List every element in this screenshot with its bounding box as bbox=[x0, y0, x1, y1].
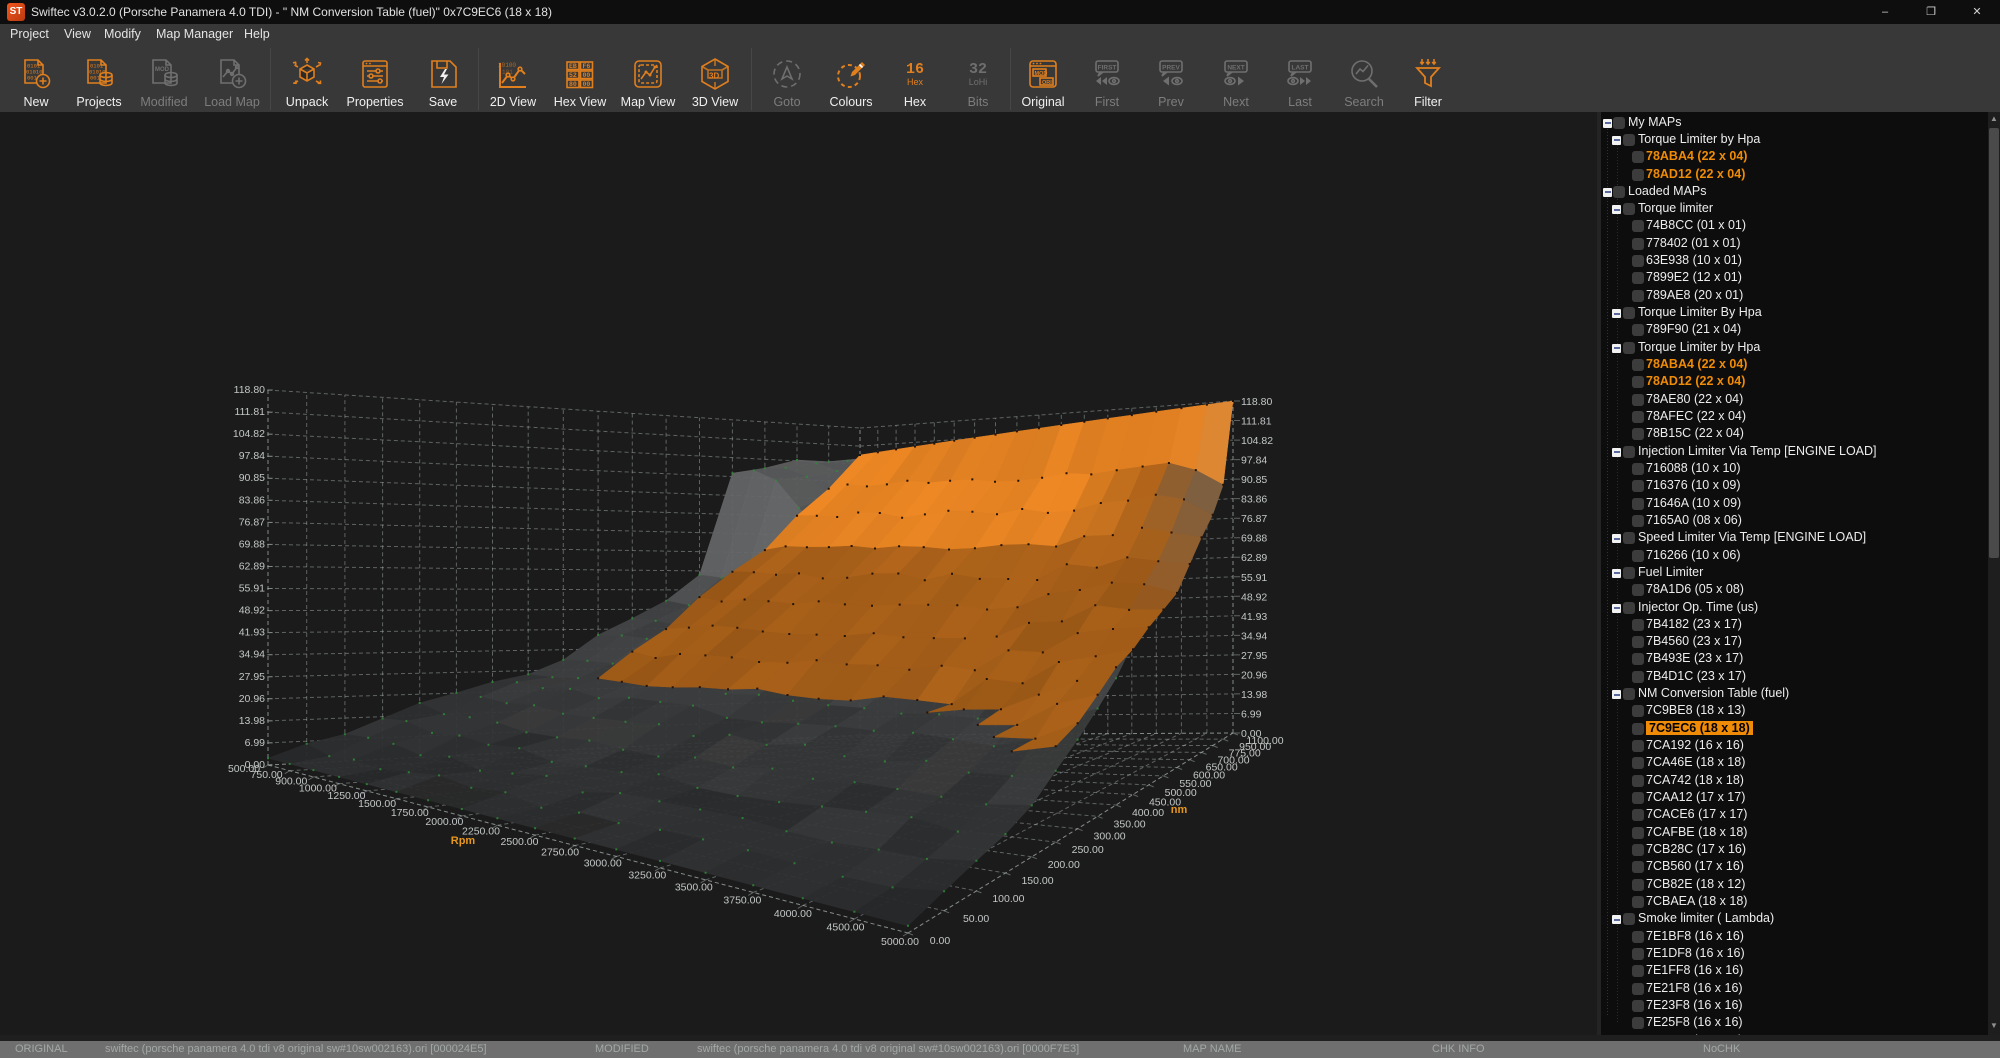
svg-text:69.88: 69.88 bbox=[239, 538, 265, 550]
svg-text:104.82: 104.82 bbox=[233, 428, 265, 440]
svg-text:MOD: MOD bbox=[1035, 71, 1048, 77]
svg-text:27.95: 27.95 bbox=[1241, 650, 1267, 662]
svg-text:6.99: 6.99 bbox=[1241, 709, 1262, 721]
svg-text:00: 00 bbox=[583, 72, 591, 79]
svg-text:LAST: LAST bbox=[1292, 65, 1309, 72]
svg-text:2000.00: 2000.00 bbox=[425, 816, 463, 828]
svg-text:62.89: 62.89 bbox=[239, 561, 265, 573]
svg-text:F6: F6 bbox=[583, 63, 591, 70]
svg-text:1750.00: 1750.00 bbox=[391, 807, 429, 819]
svg-text:ORI: ORI bbox=[1042, 80, 1052, 86]
svg-text:300.00: 300.00 bbox=[1094, 831, 1126, 843]
svg-text:PREV: PREV bbox=[1162, 65, 1180, 72]
svg-text:34.94: 34.94 bbox=[239, 649, 265, 661]
svg-text:FIRST: FIRST bbox=[1098, 65, 1117, 72]
svg-text:69.88: 69.88 bbox=[1241, 533, 1267, 545]
svg-text:5000.00: 5000.00 bbox=[881, 936, 919, 948]
svg-text:34.94: 34.94 bbox=[1241, 630, 1267, 642]
svg-text:Hex: Hex bbox=[907, 77, 924, 87]
svg-text:13.98: 13.98 bbox=[239, 715, 265, 727]
svg-text:200.00: 200.00 bbox=[1048, 859, 1080, 871]
svg-text:50.00: 50.00 bbox=[963, 913, 989, 925]
svg-text:16: 16 bbox=[906, 61, 924, 78]
svg-text:100.00: 100.00 bbox=[992, 893, 1024, 905]
svg-text:2750.00: 2750.00 bbox=[541, 847, 579, 859]
svg-text:3000.00: 3000.00 bbox=[584, 858, 622, 870]
svg-text:400.00: 400.00 bbox=[1132, 807, 1164, 819]
svg-text:80: 80 bbox=[569, 81, 577, 88]
svg-text:52: 52 bbox=[569, 72, 577, 79]
svg-text:104.82: 104.82 bbox=[1241, 435, 1273, 447]
svg-text:20.96: 20.96 bbox=[1241, 669, 1267, 681]
svg-text:350.00: 350.00 bbox=[1114, 818, 1146, 830]
svg-text:55.91: 55.91 bbox=[239, 583, 265, 595]
svg-text:4500.00: 4500.00 bbox=[827, 922, 865, 934]
svg-text:48.92: 48.92 bbox=[239, 605, 265, 617]
svg-text:0.00: 0.00 bbox=[930, 935, 951, 947]
svg-text:13.98: 13.98 bbox=[1241, 689, 1267, 701]
svg-text:48.92: 48.92 bbox=[1241, 591, 1267, 603]
svg-text:62.89: 62.89 bbox=[1241, 552, 1267, 564]
svg-text:76.87: 76.87 bbox=[1241, 513, 1267, 525]
svg-text:00: 00 bbox=[583, 81, 591, 88]
svg-text:250.00: 250.00 bbox=[1072, 844, 1104, 856]
svg-text:6.99: 6.99 bbox=[245, 737, 266, 749]
svg-text:118.80: 118.80 bbox=[234, 384, 265, 396]
svg-text:41.93: 41.93 bbox=[1241, 611, 1267, 623]
svg-text:1100.00: 1100.00 bbox=[1246, 735, 1283, 747]
svg-text:3250.00: 3250.00 bbox=[628, 869, 666, 881]
svg-text:nm: nm bbox=[1171, 804, 1188, 816]
svg-text:90.85: 90.85 bbox=[1241, 474, 1267, 486]
svg-text:111.81: 111.81 bbox=[1241, 416, 1272, 428]
svg-text:111.81: 111.81 bbox=[234, 406, 265, 418]
svg-text:32: 32 bbox=[969, 61, 987, 78]
svg-text:118.80: 118.80 bbox=[1241, 396, 1272, 408]
svg-text:83.86: 83.86 bbox=[1241, 494, 1267, 506]
svg-text:41.93: 41.93 bbox=[239, 627, 265, 639]
svg-text:83.86: 83.86 bbox=[239, 494, 265, 506]
svg-text:90.85: 90.85 bbox=[239, 472, 265, 484]
svg-text:2500.00: 2500.00 bbox=[501, 836, 539, 848]
svg-text:LoHi: LoHi bbox=[969, 77, 988, 87]
svg-text:Rpm: Rpm bbox=[451, 835, 476, 847]
svg-text:3750.00: 3750.00 bbox=[723, 895, 761, 907]
svg-text:27.95: 27.95 bbox=[239, 671, 265, 683]
svg-text:4000.00: 4000.00 bbox=[774, 908, 812, 920]
svg-text:97.84: 97.84 bbox=[1241, 455, 1267, 467]
svg-text:20.96: 20.96 bbox=[239, 693, 265, 705]
svg-text:NEXT: NEXT bbox=[1227, 65, 1244, 72]
svg-text:MOD: MOD bbox=[155, 67, 170, 73]
svg-text:001: 001 bbox=[90, 75, 101, 82]
svg-text:55.91: 55.91 bbox=[1241, 572, 1267, 584]
svg-text:3500.00: 3500.00 bbox=[675, 882, 713, 894]
svg-text:76.87: 76.87 bbox=[239, 516, 265, 528]
svg-text:3D: 3D bbox=[709, 72, 719, 81]
svg-text:150.00: 150.00 bbox=[1021, 875, 1053, 887]
svg-text:97.84: 97.84 bbox=[239, 450, 265, 462]
svg-text:EB: EB bbox=[569, 63, 577, 70]
